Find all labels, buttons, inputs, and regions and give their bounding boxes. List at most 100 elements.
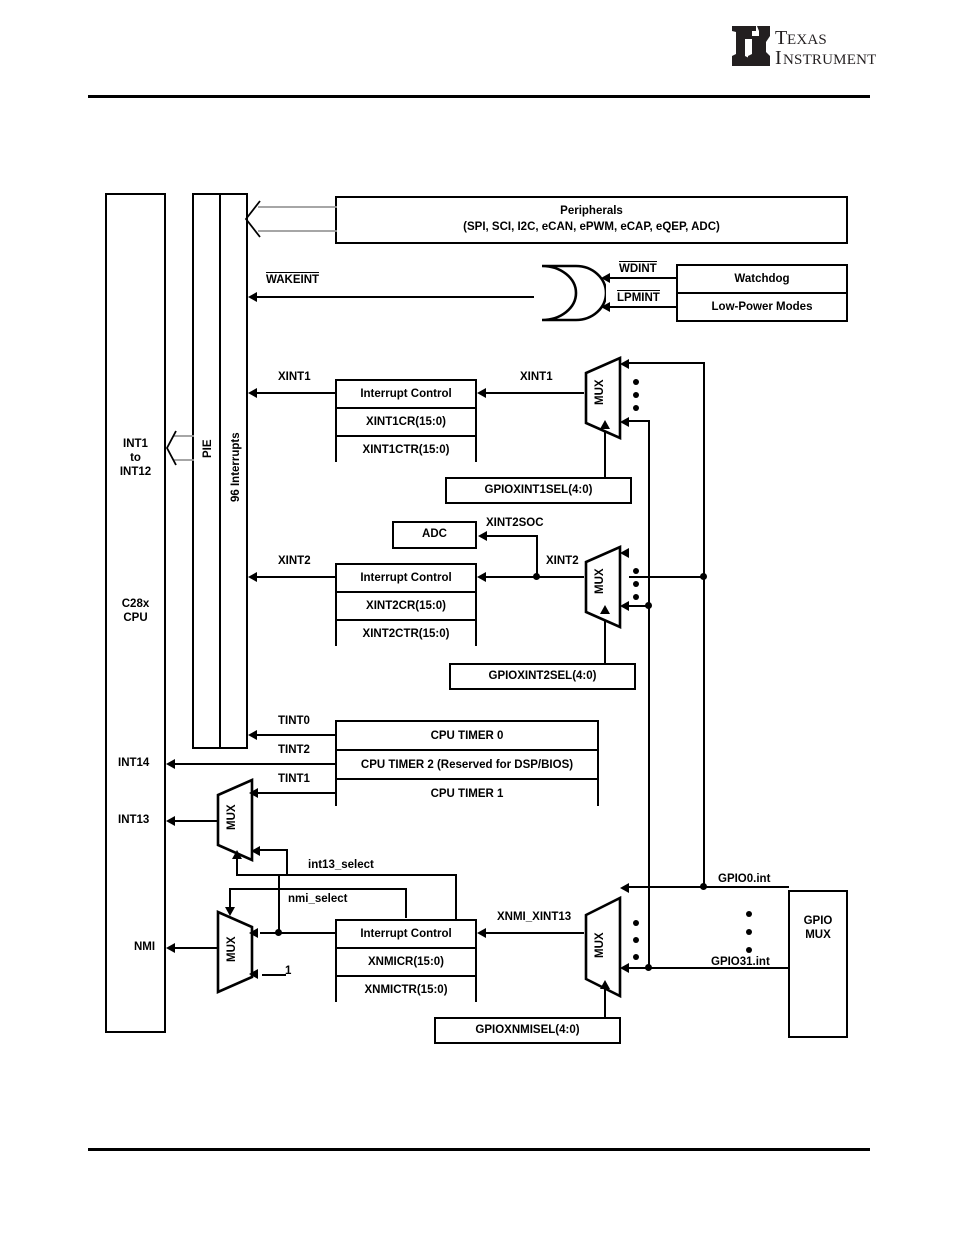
int13-select-h2 — [236, 874, 457, 876]
xint1-mux-ellipsis-1 — [633, 379, 639, 385]
xnmicr-label: XNMICR(15:0) — [337, 949, 475, 975]
watchdog-label: Watchdog — [678, 266, 846, 292]
cpu-timer1-label: CPU TIMER 1 — [337, 780, 597, 807]
xint2-mux-ellipsis-3 — [633, 594, 639, 600]
nmi-select-v2 — [405, 888, 407, 918]
nmi-label: NMI — [134, 941, 156, 953]
svg-text:EXAS: EXAS — [787, 32, 827, 48]
watchdog-divider — [678, 292, 846, 294]
tint0-label: TINT0 — [278, 715, 310, 727]
tint1-label: TINT1 — [278, 773, 310, 785]
xint2-ctr-label: XINT2CTR(15:0) — [337, 621, 475, 647]
cpu-name-2: CPU — [123, 612, 148, 624]
int13-mux-label: MUX — [226, 804, 238, 830]
xnmi-xint13-wire — [486, 932, 584, 934]
tint1-wire — [258, 792, 335, 794]
nmi-mux-sel-arrow — [225, 907, 235, 916]
int13-mux-in-bot-arrow — [251, 846, 260, 856]
peripherals-list: (SPI, SCI, I2C, eCAN, ePWM, eCAP, eQEP, … — [463, 221, 720, 233]
xint2soc-hwire — [487, 535, 537, 537]
xint1-in-label: XINT1 — [520, 371, 553, 383]
diagram-page: T EXAS I NSTRUMENTS INT1 to INT12 C28x C… — [0, 0, 954, 1235]
cpu-name-1: C28x — [121, 598, 150, 610]
gpio0-bus-lower — [703, 577, 705, 887]
xnmi-mux-sel-arrow — [600, 980, 610, 989]
xint2-junction-dot — [533, 573, 540, 580]
xnmi-mux-in-top-arrow — [620, 883, 629, 893]
xint1-mux-sel-arrow — [600, 420, 610, 429]
xnmi-xint13-label: XNMI_XINT13 — [497, 911, 572, 923]
xnmictr-label: XNMICTR(15:0) — [337, 977, 475, 1003]
gpio-ellipsis-3 — [746, 947, 752, 953]
gpioxint1sel-box: GPIOXINT1SEL(4:0) — [445, 477, 632, 504]
xint2-mux-in-bot-arrow — [620, 601, 629, 611]
xint2-out-arrow — [248, 572, 257, 582]
int13-select-label: int13_select — [308, 859, 374, 871]
svg-text:I: I — [775, 47, 782, 69]
xint1-out-arrow — [248, 388, 257, 398]
xint1-in-wire — [486, 392, 584, 394]
xnmi-div-1 — [337, 947, 475, 949]
or-gate — [532, 264, 608, 327]
wdint-label: WDINT — [619, 261, 657, 275]
lpmint-label: LPMINT — [617, 290, 660, 304]
int14-label: INT14 — [118, 757, 150, 769]
xint1-out-wire — [257, 392, 335, 394]
wakeint-wire — [257, 296, 534, 298]
header-rule — [88, 95, 870, 98]
xint2-out-label: XINT2 — [278, 555, 311, 567]
xint2-interrupt-control-label: Interrupt Control — [337, 565, 475, 591]
peripherals-title: Peripherals — [560, 205, 623, 218]
wdint-wire — [610, 277, 676, 279]
xint2-in-arrow — [477, 572, 486, 582]
xint2-mux-top-feed — [629, 576, 704, 578]
xint1-out-label: XINT1 — [278, 371, 311, 383]
gpio0-bus-dot-xint2 — [700, 573, 707, 580]
gpio0-int-label: GPIO0.int — [718, 873, 771, 885]
xnmi-mux-in-bot-arrow — [620, 963, 629, 973]
gpio31-int-label: GPIO31.int — [711, 956, 770, 968]
xnmi-out-wire — [260, 932, 335, 934]
xint1-mux-ellipsis-3 — [633, 405, 639, 411]
nmi-mux-label: MUX — [226, 936, 238, 962]
timers-div-2 — [337, 778, 597, 780]
svg-text:NSTRUMENTS: NSTRUMENTS — [783, 52, 876, 68]
nmi-out-arrow — [166, 943, 175, 953]
int13-out-arrow — [166, 816, 175, 826]
tint2-arrow — [166, 759, 175, 769]
tint1-arrow — [249, 788, 258, 798]
gpio31-bus-dot-xint2 — [645, 602, 652, 609]
gpio-mux-line2: MUX — [805, 929, 831, 941]
xint2-cr-label: XINT2CR(15:0) — [337, 593, 475, 619]
nmi-mux-in-top-arrow — [249, 928, 258, 938]
xint1-mux-top-feed — [629, 362, 704, 364]
xint1-div-1 — [337, 407, 475, 409]
xint1-mux-label: MUX — [594, 379, 606, 405]
cpu-int-range-2: to — [130, 452, 141, 464]
gpio-ellipsis-1 — [746, 911, 752, 917]
tint0-wire — [257, 734, 335, 736]
wakeint-arrow — [248, 292, 257, 302]
xint1-in-arrow — [477, 388, 486, 398]
gpioxint2sel-box: GPIOXINT2SEL(4:0) — [449, 663, 636, 690]
xint2-in-label: XINT2 — [546, 555, 579, 567]
xint1-ctr-label: XINT1CTR(15:0) — [337, 437, 475, 463]
xnmi-out-dot — [275, 929, 282, 936]
wakeint-label: WAKEINT — [266, 272, 320, 286]
gpio31-bus-lower — [648, 604, 650, 969]
int13-label: INT13 — [118, 814, 150, 826]
nmi-out-wire — [175, 947, 219, 949]
xint1-mux-in-top-arrow — [620, 359, 629, 369]
xint2-mux-ellipsis-2 — [633, 581, 639, 587]
int13-mux-sel-arrow — [232, 850, 242, 859]
xint1-cr-label: XINT1CR(15:0) — [337, 409, 475, 435]
nmi-select-label: nmi_select — [288, 893, 348, 905]
lowpower-label: Low-Power Modes — [678, 294, 846, 320]
adc-box: ADC — [392, 521, 477, 549]
xnmi-out-up-wire — [278, 874, 280, 932]
int13-select-v1 — [286, 849, 288, 875]
xint1-div-2 — [337, 435, 475, 437]
gpio0-bus-upper — [703, 362, 705, 577]
xint2-out-wire — [257, 576, 335, 578]
cpu-timer2-label: CPU TIMER 2 (Reserved for DSP/BIOS) — [337, 751, 597, 778]
